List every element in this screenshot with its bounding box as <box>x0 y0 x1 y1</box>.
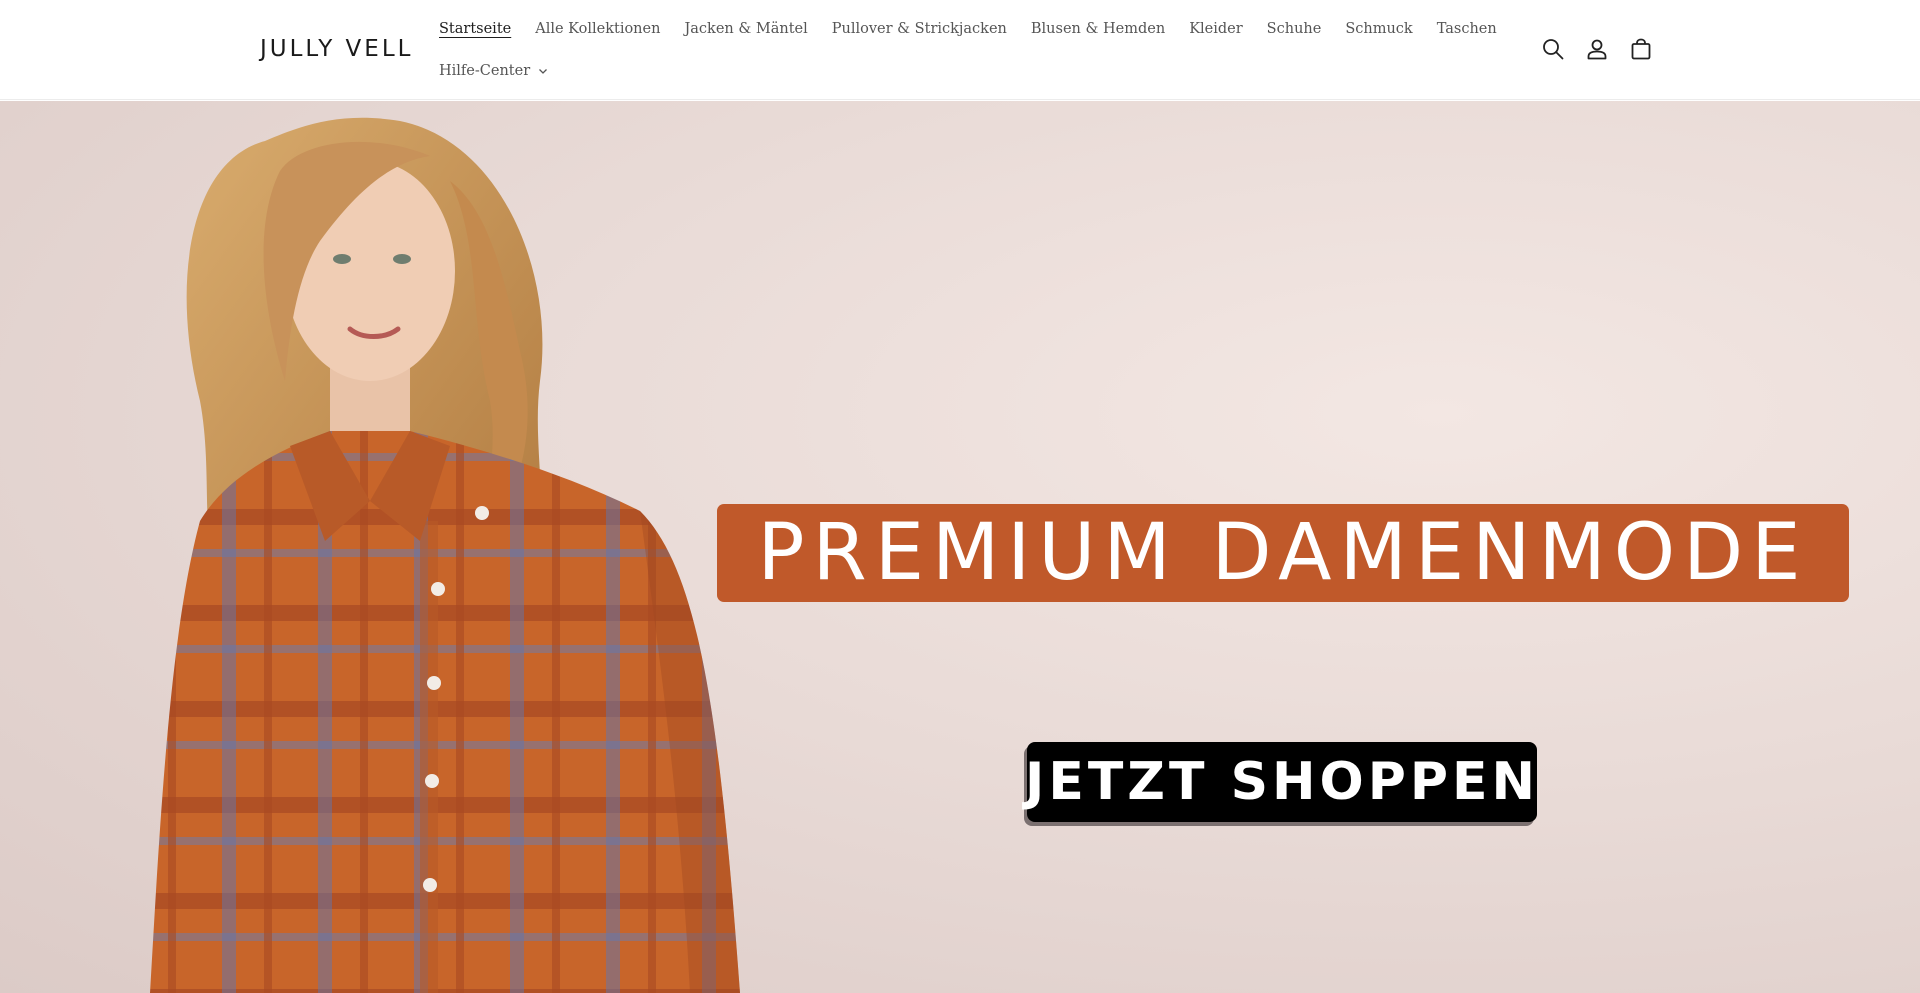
search-button[interactable] <box>1538 34 1568 64</box>
main-nav: Startseite Alle Kollektionen Jacken & Mä… <box>439 0 1497 100</box>
hero-banner: PREMIUM DAMENMODE JETZT SHOPPEN <box>0 101 1920 993</box>
header-icons <box>1538 34 1670 64</box>
nav-item-pullover-strickjacken[interactable]: Pullover & Strickjacken <box>832 17 1007 41</box>
nav-item-hilfe-center[interactable]: Hilfe-Center <box>439 59 548 83</box>
nav-item-schuhe[interactable]: Schuhe <box>1267 17 1322 41</box>
hero-model-image <box>150 117 740 993</box>
nav-item-startseite[interactable]: Startseite <box>439 17 511 41</box>
hero-headline: PREMIUM DAMENMODE <box>757 508 1809 598</box>
nav-item-blusen-hemden[interactable]: Blusen & Hemden <box>1031 17 1165 41</box>
chevron-down-icon <box>539 69 548 74</box>
nav-item-alle-kollektionen[interactable]: Alle Kollektionen <box>535 17 660 41</box>
search-icon <box>1543 39 1564 60</box>
nav-item-hilfe-center-label: Hilfe-Center <box>439 63 531 79</box>
account-button[interactable] <box>1582 34 1612 64</box>
nav-row-secondary: Hilfe-Center <box>439 59 572 83</box>
nav-row-primary: Startseite Alle Kollektionen Jacken & Mä… <box>439 17 1521 41</box>
brand-logo[interactable]: JULLY VELL <box>260 36 413 62</box>
site-header: JULLY VELL Startseite Alle Kollektionen … <box>0 0 1920 100</box>
hero-headline-banner: PREMIUM DAMENMODE <box>717 504 1849 602</box>
nav-item-kleider[interactable]: Kleider <box>1189 17 1242 41</box>
cart-icon <box>1631 38 1651 60</box>
shop-now-button[interactable]: JETZT SHOPPEN <box>1024 742 1540 822</box>
cart-button[interactable] <box>1626 34 1656 64</box>
shop-now-label: JETZT SHOPPEN <box>1024 752 1540 812</box>
nav-item-schmuck[interactable]: Schmuck <box>1345 17 1412 41</box>
account-icon <box>1587 39 1607 60</box>
nav-item-jacken-maentel[interactable]: Jacken & Mäntel <box>684 17 807 41</box>
nav-item-taschen[interactable]: Taschen <box>1437 17 1497 41</box>
